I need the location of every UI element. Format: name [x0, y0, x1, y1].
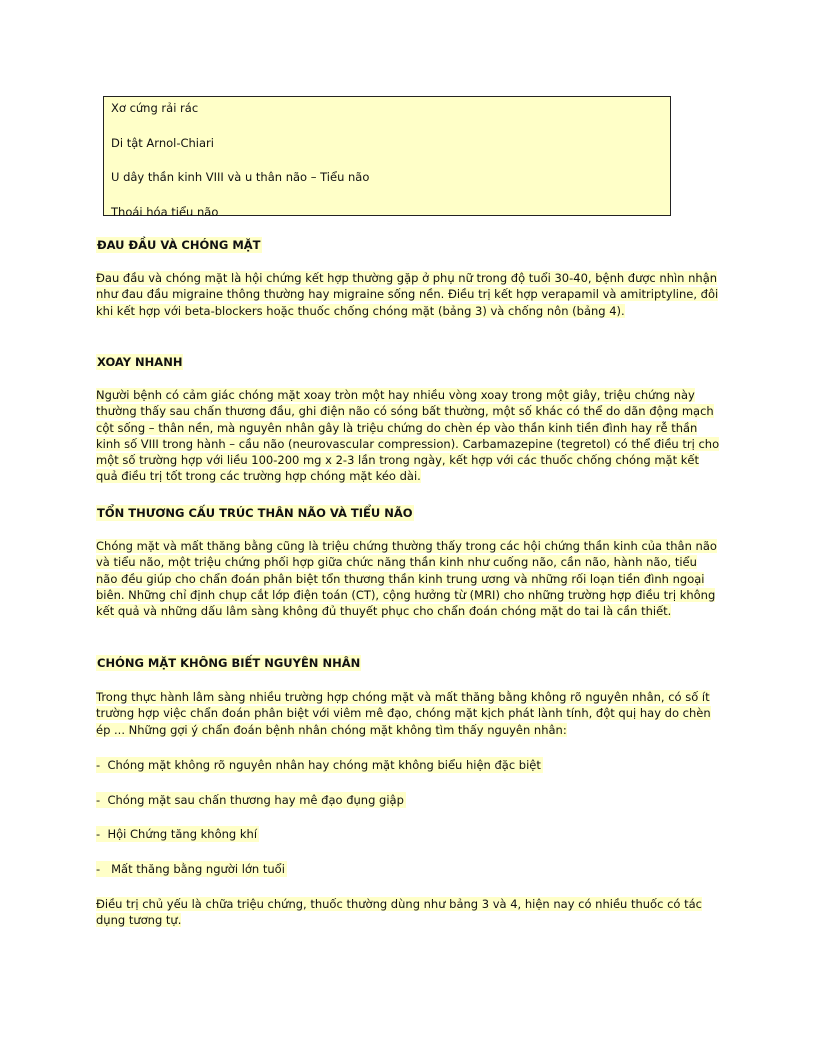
list-item: - Chóng mặt sau chấn thương hay mê đạo đ… [96, 792, 406, 808]
box-line: Di tật Arnol-Chiari [111, 135, 214, 150]
closing-paragraph: Điều trị chủ yếu là chữa triệu chứng, th… [96, 897, 702, 928]
section-heading: TỔN THƯƠNG CẤU TRÚC THÂN NÃO VÀ TIỂU NÃO [96, 505, 414, 521]
box-line: Xơ cứng rải rác [111, 101, 199, 115]
section-heading: XOAY NHANH [96, 354, 184, 370]
section-paragraph: Đau đầu và chóng mặt là hội chứng kết hợ… [96, 271, 719, 318]
list-item: - Chóng mặt không rõ nguyên nhân hay chó… [96, 757, 543, 773]
section-paragraph: Chóng mặt và mất thăng bằng cũng là triệ… [96, 539, 717, 619]
box-line: U dây thần kinh VIII và u thân não – Tiể… [111, 170, 370, 184]
section-paragraph: Trong thực hành lâm sàng nhiều trường hợ… [96, 690, 711, 737]
box-line: Thoái hóa tiểu não [111, 204, 219, 219]
section-heading: CHÓNG MẶT KHÔNG BIẾT NGUYÊN NHÂN [96, 655, 362, 671]
section-heading: ĐAU ĐẦU VÀ CHÓNG MẶT [96, 237, 262, 253]
causes-box: Xơ cứng rải rác Di tật Arnol-Chiari U dâ… [103, 96, 671, 219]
document-page: Xơ cứng rải rác Di tật Arnol-Chiari U dâ… [0, 0, 816, 1056]
list-item: - Hội Chứng tăng không khí [96, 826, 260, 842]
section-paragraph: Người bệnh có cảm giác chóng mặt xoay tr… [96, 388, 720, 484]
list-item: - Mất thăng bằng người lớn tuổi [96, 861, 287, 877]
